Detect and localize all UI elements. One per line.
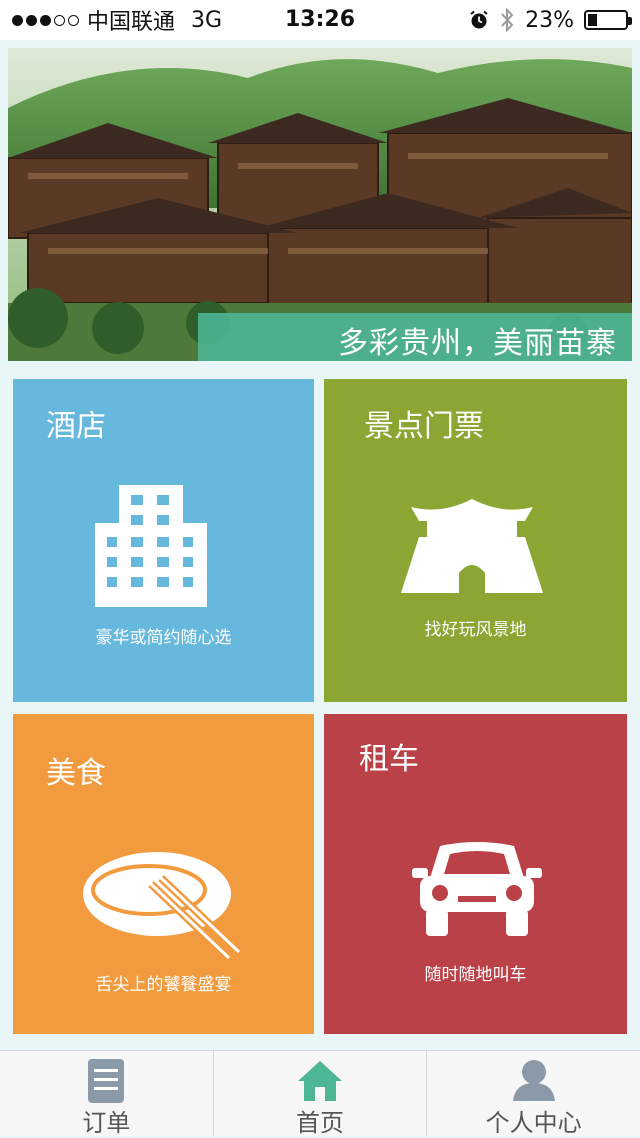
tab-home[interactable]: 首页 (212, 1051, 427, 1137)
building-icon (95, 485, 207, 607)
plate-chopsticks-icon (83, 852, 242, 961)
banner-caption: 多彩贵州，美丽苗寨 (198, 313, 632, 361)
bluetooth-icon (501, 7, 514, 33)
tickets-tile[interactable]: 景点门票 找好玩风景地 (324, 379, 627, 702)
tickets-tile-title: 景点门票 (364, 409, 484, 444)
tab-orders[interactable]: 订单 (0, 1051, 213, 1137)
tab-bar: 订单 首页 个人中心 (0, 1050, 640, 1137)
tab-profile-label: 个人中心 (485, 1109, 582, 1137)
hotel-tile-subtitle: 豪华或简约随心选 (95, 628, 232, 648)
status-bar-right: 23% (469, 0, 632, 40)
alarm-icon (470, 10, 488, 29)
status-bar: 中国联通 3G 13:26 23% (0, 0, 640, 40)
car-rental-tile[interactable]: 租车 随时随地叫车 (324, 714, 627, 1034)
food-tile[interactable]: 美食 舌尖上的饕餮盛宴 (13, 714, 314, 1034)
tickets-tile-subtitle: 找好玩风景地 (424, 620, 527, 640)
battery-percentage: 23% (525, 7, 574, 33)
food-tile-title: 美食 (46, 756, 106, 791)
hotel-tile[interactable]: 酒店 豪华或简约随心选 (13, 379, 314, 702)
car-icon (412, 842, 542, 936)
battery-icon (584, 10, 632, 30)
car-rental-tile-subtitle: 随时随地叫车 (424, 965, 527, 985)
order-list-icon (88, 1059, 125, 1103)
car-rental-tile-title: 租车 (359, 742, 419, 777)
tab-home-label: 首页 (296, 1109, 344, 1137)
gate-icon (401, 499, 543, 593)
home-icon (298, 1061, 342, 1101)
food-tile-subtitle: 舌尖上的饕餮盛宴 (95, 975, 232, 995)
user-icon (512, 1060, 555, 1101)
tab-profile[interactable]: 个人中心 (426, 1051, 640, 1137)
hero-banner[interactable]: 多彩贵州，美丽苗寨 (8, 48, 632, 361)
tab-orders-label: 订单 (82, 1109, 131, 1137)
hotel-tile-title: 酒店 (46, 409, 106, 444)
